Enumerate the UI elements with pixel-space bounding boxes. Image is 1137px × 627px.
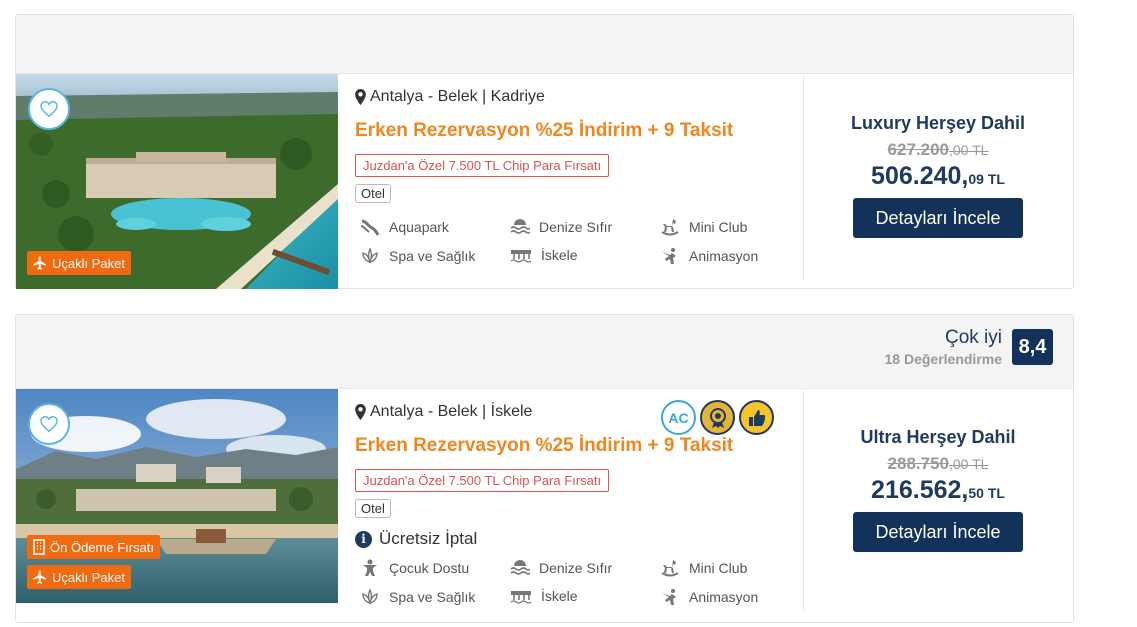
promo-title[interactable]: Erken Rezervasyon %25 İndirim + 9 Taksit [355, 120, 733, 142]
price-panel: Luxury Herşey Dahil 627.200,00 TL 506.24… [804, 113, 1072, 238]
old-price: 288.750,00 TL [887, 454, 989, 473]
card-header [16, 15, 1073, 74]
details-button[interactable]: Detayları İncele [853, 512, 1023, 552]
building-icon [33, 539, 45, 555]
chip-offer: Juzdan'a Özel 7.500 TL Chip Para Fırsatı [355, 154, 610, 177]
feature-pier: İskele [510, 588, 578, 604]
favorite-button[interactable] [28, 88, 70, 130]
rocking-horse-icon [661, 219, 679, 236]
map-pin-icon [355, 404, 366, 420]
location[interactable]: Antalya - Belek | İskele [355, 403, 532, 421]
airplane-icon [33, 256, 46, 270]
prepayment-badge: Ön Ödeme Fırsatı [27, 535, 161, 559]
flight-package-badge: Uçaklı Paket [27, 251, 131, 275]
award-icons: AC [661, 400, 774, 435]
review-count: 18 Değerlendirme [884, 351, 1003, 367]
lotus-icon [362, 588, 378, 605]
old-price: 627.200,00 TL [887, 140, 989, 159]
heart-icon [40, 416, 58, 432]
feature-animation: Animasyon [660, 247, 758, 265]
location[interactable]: Antalya - Belek | Kadriye [355, 88, 545, 106]
feature-spa: Spa ve Sağlık [360, 588, 475, 606]
feature-aquapark: Aquapark [360, 218, 449, 236]
hotel-photo[interactable]: Ön Ödeme Fırsatı Uçaklı Paket [16, 389, 338, 603]
feature-mini-club: Mini Club [660, 559, 747, 577]
pier-icon [510, 591, 532, 604]
rating-summary[interactable]: Çok iyi 18 Değerlendirme 8,4 [884, 327, 1053, 367]
property-type: Otel [355, 184, 391, 203]
feature-pier: İskele [510, 247, 578, 263]
dancer-icon [662, 248, 676, 264]
favorite-button[interactable] [28, 403, 70, 445]
flight-package-badge: Uçaklı Paket [27, 565, 131, 589]
details-button[interactable]: Detayları İncele [853, 198, 1023, 238]
new-price: 506.240,09 TL [871, 162, 1005, 190]
card-header: Çok iyi 18 Değerlendirme 8,4 [16, 315, 1073, 389]
feature-beachfront: Denize Sıfır [510, 218, 612, 236]
rating-label: Çok iyi [944, 327, 1002, 348]
hotel-photo[interactable]: Uçaklı Paket [16, 74, 338, 289]
map-pin-icon [355, 89, 366, 105]
ac-icon[interactable]: AC [661, 400, 696, 435]
waves-icon [510, 219, 530, 234]
board-type: Ultra Herşey Dahil [860, 427, 1016, 447]
lotus-icon [362, 247, 378, 264]
feature-mini-club: Mini Club [660, 218, 747, 236]
feature-beachfront: Denize Sıfır [510, 559, 612, 577]
airplane-icon [33, 570, 46, 584]
feature-spa: Spa ve Sağlık [360, 247, 475, 265]
price-panel: Ultra Herşey Dahil 288.750,00 TL 216.562… [804, 427, 1072, 552]
pier-icon [510, 250, 532, 263]
child-icon [363, 559, 377, 576]
board-type: Luxury Herşey Dahil [850, 113, 1026, 133]
thumbs-up-icon[interactable] [739, 400, 774, 435]
new-price: 216.562,50 TL [871, 476, 1005, 504]
aquapark-icon [360, 219, 380, 236]
feature-kid-friendly: Çocuk Dostu [360, 559, 469, 577]
free-cancellation[interactable]: i Ücretsiz İptal [355, 529, 477, 549]
rocking-horse-icon [661, 560, 679, 577]
heart-icon [40, 101, 58, 117]
promo-title[interactable]: Erken Rezervasyon %25 İndirim + 9 Taksit [355, 435, 733, 457]
waves-icon [510, 560, 530, 575]
rating-score: 8,4 [1012, 329, 1053, 365]
info-icon: i [355, 530, 372, 548]
chip-offer: Juzdan'a Özel 7.500 TL Chip Para Fırsatı [355, 469, 610, 492]
feature-animation: Animasyon [660, 588, 758, 606]
medal-icon[interactable] [700, 400, 735, 435]
property-type: Otel [355, 499, 391, 518]
dancer-icon [662, 589, 676, 605]
